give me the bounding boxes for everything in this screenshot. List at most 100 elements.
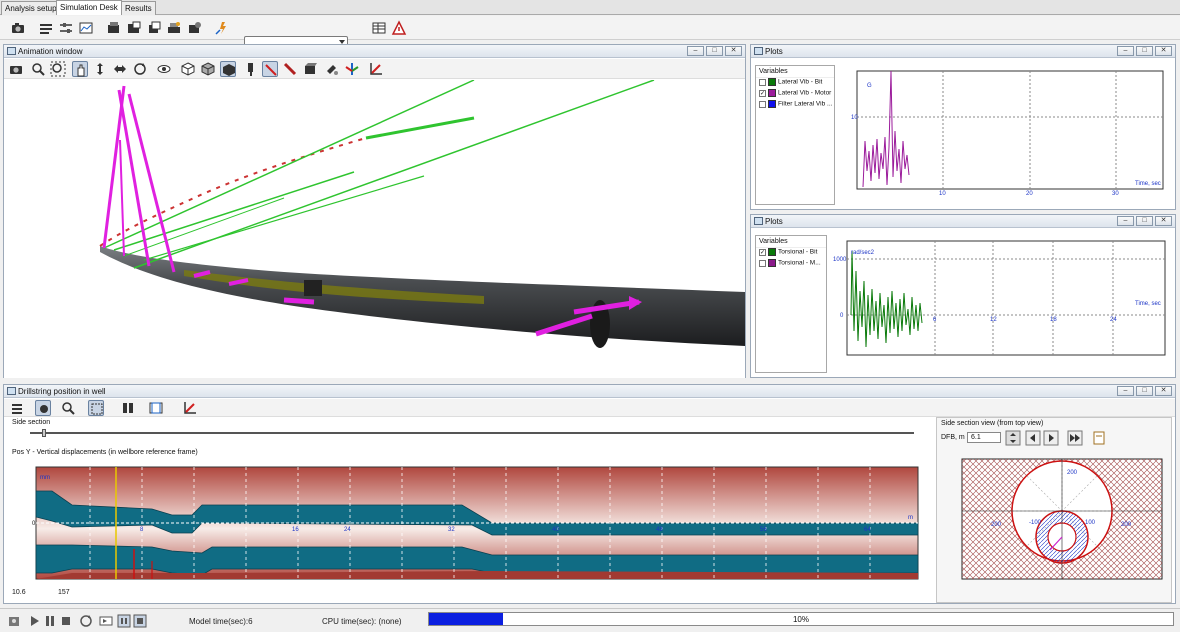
play-icon[interactable] <box>26 613 42 629</box>
pause-box-icon[interactable] <box>116 613 132 629</box>
up-down-icon[interactable] <box>1005 430 1021 446</box>
variables-list: Variables ✓ Torsional - Bit Torsional - M… <box>755 235 827 373</box>
plot-xlabel: Time, sec <box>1135 301 1161 307</box>
zoom-icon[interactable] <box>60 400 76 416</box>
minimize-button[interactable]: – <box>1117 216 1134 226</box>
maximize-button[interactable]: □ <box>706 46 723 56</box>
animation-viewport[interactable] <box>4 80 745 378</box>
fast-forward-icon[interactable] <box>1067 430 1083 446</box>
cs-label-right: 200 <box>1121 522 1132 528</box>
frame-icon[interactable] <box>148 400 164 416</box>
box-icon[interactable] <box>302 61 318 77</box>
menu-icon[interactable] <box>10 400 26 416</box>
chart-title: Pos Y - Vertical displacements (in wellb… <box>12 449 198 456</box>
close-button[interactable]: ✕ <box>1155 216 1172 226</box>
prev-icon[interactable] <box>1025 430 1041 446</box>
layers-icon[interactable] <box>120 400 136 416</box>
close-button[interactable]: ✕ <box>1155 46 1172 56</box>
list-item[interactable]: ✓ Lateral Vib - Motor <box>756 89 834 100</box>
cube-shaded-icon[interactable] <box>200 61 216 77</box>
reset-icon[interactable] <box>78 613 94 629</box>
close-button[interactable]: ✕ <box>725 46 742 56</box>
maximize-button[interactable]: □ <box>1136 386 1153 396</box>
chart-axis-icon[interactable] <box>182 400 198 416</box>
zoom-fit-icon[interactable] <box>50 61 66 77</box>
checkbox[interactable] <box>759 78 766 86</box>
checkbox[interactable]: ✓ <box>759 89 766 97</box>
camera-icon[interactable] <box>10 20 26 36</box>
close-button[interactable]: ✕ <box>1155 386 1172 396</box>
pencil-icon[interactable] <box>282 61 298 77</box>
minimize-button[interactable]: – <box>1117 46 1134 56</box>
plot-xlabel: Time, sec <box>1135 181 1161 187</box>
stop-icon[interactable] <box>58 613 74 629</box>
warning-icon[interactable] <box>391 20 407 36</box>
list-item[interactable]: Torsional - M... <box>756 259 826 270</box>
run-icon[interactable] <box>214 20 230 36</box>
pan-icon[interactable] <box>72 61 88 77</box>
list-item[interactable]: Filter Lateral Vib ... <box>756 100 834 111</box>
dfb-label: DFB, m <box>941 434 965 441</box>
dfb-value: 6.1 <box>971 434 981 441</box>
chart-axis-icon[interactable] <box>368 61 384 77</box>
minimize-button[interactable]: – <box>687 46 704 56</box>
save-layout-icon[interactable] <box>126 20 142 36</box>
chart-window-icon[interactable] <box>78 20 94 36</box>
print-icon[interactable] <box>166 20 182 36</box>
list-item[interactable]: ✓ Torsional - Bit <box>756 248 826 259</box>
plot-xtick: 12 <box>990 317 997 323</box>
zoom-icon[interactable] <box>30 61 46 77</box>
stop-box-icon[interactable] <box>132 613 148 629</box>
y-unit: mm <box>40 475 50 481</box>
checkbox[interactable] <box>759 259 766 267</box>
pause-icon[interactable] <box>42 613 58 629</box>
axis-icon[interactable] <box>344 61 360 77</box>
plot-window-title: Plots <box>765 47 783 56</box>
table-icon[interactable] <box>371 20 387 36</box>
export-image-icon[interactable] <box>1091 430 1105 445</box>
variable-label: Filter Lateral Vib ... <box>778 100 833 108</box>
slider-handle[interactable] <box>42 429 46 437</box>
progress-label: 10% <box>792 615 809 624</box>
fit-icon[interactable] <box>88 400 104 416</box>
maximize-button[interactable]: □ <box>1136 216 1153 226</box>
copy-icon[interactable] <box>146 20 162 36</box>
next-icon[interactable] <box>1043 430 1059 446</box>
maximize-button[interactable]: □ <box>1136 46 1153 56</box>
tab-results[interactable]: Results <box>121 1 156 15</box>
cube-solid-icon[interactable] <box>220 61 236 77</box>
line-tool-icon[interactable] <box>262 61 278 77</box>
list-item[interactable]: Lateral Vib - Bit <box>756 78 834 89</box>
x-tick: 40 <box>552 527 559 533</box>
eye-icon[interactable] <box>156 61 172 77</box>
checkbox[interactable]: ✓ <box>759 248 766 256</box>
color-swatch <box>768 248 776 256</box>
minimize-button[interactable]: – <box>1117 386 1134 396</box>
tab-analysis-setup[interactable]: Analysis setup <box>1 1 61 15</box>
sliders-icon[interactable] <box>58 20 74 36</box>
move-horizontal-icon[interactable] <box>112 61 128 77</box>
variable-label: Lateral Vib - Motor <box>778 89 832 97</box>
cube-wire-icon[interactable] <box>180 61 196 77</box>
list-icon[interactable] <box>38 20 54 36</box>
paint-icon[interactable] <box>324 61 340 77</box>
reset-view-icon[interactable] <box>132 61 148 77</box>
checkbox[interactable] <box>759 100 766 108</box>
settings-icon[interactable] <box>6 613 22 629</box>
dfb-input[interactable]: 6.1 <box>967 432 1001 443</box>
step-icon[interactable] <box>98 613 114 629</box>
export-icon[interactable] <box>106 20 122 36</box>
plot-window-titlebar: Plots – □ ✕ <box>751 45 1175 58</box>
plot-ytick: 10 <box>851 115 858 121</box>
probe-icon[interactable] <box>244 61 260 77</box>
chart-icon <box>754 217 763 225</box>
tab-simulation-desk[interactable]: Simulation Desk <box>56 0 122 15</box>
rotate-icon[interactable] <box>92 61 108 77</box>
variable-label: Lateral Vib - Bit <box>778 78 823 86</box>
side-section-slider[interactable] <box>30 432 914 434</box>
tab-bar: Analysis setup Simulation Desk Results <box>0 0 1180 15</box>
camera-icon[interactable] <box>8 61 24 77</box>
settings-icon[interactable] <box>186 20 202 36</box>
x-tick: 16 <box>292 527 299 533</box>
dot-view-icon[interactable] <box>35 400 51 416</box>
